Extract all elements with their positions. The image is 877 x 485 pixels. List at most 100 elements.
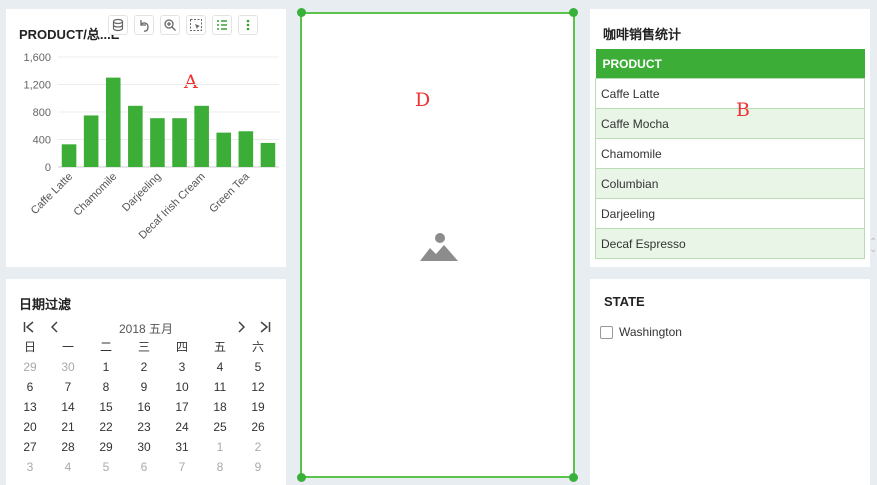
calendar-day[interactable]: 29 xyxy=(11,357,49,377)
weekday-header: 五 xyxy=(213,340,226,354)
calendar-day[interactable]: 6 xyxy=(11,377,49,397)
calendar-day[interactable]: 1 xyxy=(87,357,125,377)
table-cell[interactable]: Decaf Espresso xyxy=(595,228,865,259)
calendar-day[interactable]: 4 xyxy=(49,457,87,477)
bar xyxy=(260,142,276,167)
calendar-day[interactable]: 4 xyxy=(201,357,239,377)
calendar-day[interactable]: 29 xyxy=(87,437,125,457)
first-month-icon[interactable] xyxy=(22,320,36,337)
bar xyxy=(83,115,99,167)
resize-handle-bottom-right[interactable] xyxy=(569,473,578,482)
bar xyxy=(150,118,165,167)
calendar-day[interactable]: 6 xyxy=(125,457,163,477)
bar-chart: 0 400 800 1,200 1,600 Caffe LatteChamomile Dar… xyxy=(23,52,279,242)
y-tick-label: 1,600 xyxy=(23,52,51,64)
x-tick-label: Chamomile xyxy=(72,171,120,219)
calendar-day[interactable]: 11 xyxy=(201,377,239,397)
state-filter-panel: STATE Washington xyxy=(590,279,870,485)
next-month-icon[interactable] xyxy=(234,320,248,337)
calendar-day[interactable]: 28 xyxy=(49,437,87,457)
calendar-day[interactable]: 15 xyxy=(87,397,125,417)
calendar-day[interactable]: 8 xyxy=(87,377,125,397)
prev-month-icon[interactable] xyxy=(48,320,62,337)
resize-handle-bottom-left[interactable] xyxy=(297,473,306,482)
calendar-day[interactable]: 9 xyxy=(239,457,277,477)
calendar-day[interactable]: 3 xyxy=(163,357,201,377)
y-tick-label: 400 xyxy=(33,135,51,147)
calendar-day[interactable]: 19 xyxy=(239,397,277,417)
calendar-day[interactable]: 5 xyxy=(239,357,277,377)
image-panel[interactable]: D xyxy=(300,12,575,478)
calendar-nav: 2018 五月 xyxy=(20,320,274,336)
calendar-grid: 日一二三四五六 29 30 1 2 3 4 5 6 7 8 9 10 11 12 13 14 15 16 17 18 19… xyxy=(11,337,281,477)
calendar-day[interactable]: 18 xyxy=(201,397,239,417)
calendar-day[interactable]: 24 xyxy=(163,417,201,437)
calendar-day[interactable]: 5 xyxy=(87,457,125,477)
calendar-day[interactable]: 2 xyxy=(239,437,277,457)
calendar-day[interactable]: 21 xyxy=(49,417,87,437)
date-filter-panel: 日期过滤 2018 五月 日一二三四五六 29 30 1 2 3 4 5 6 7 8 9 10 11 12 1… xyxy=(6,279,286,485)
month-label[interactable]: 2018 五月 xyxy=(119,320,173,337)
calendar-day[interactable]: 7 xyxy=(163,457,201,477)
calendar-day[interactable]: 7 xyxy=(49,377,87,397)
table-cell[interactable]: Chamomile xyxy=(595,138,865,169)
calendar-day[interactable]: 23 xyxy=(125,417,163,437)
bar xyxy=(194,105,209,167)
bar xyxy=(105,77,121,167)
scroll-arrows[interactable]: ⌃ ⌄ xyxy=(869,238,877,255)
resize-handle-top-left[interactable] xyxy=(297,8,306,17)
y-tick-label: 0 xyxy=(45,162,51,174)
bar xyxy=(61,144,77,167)
calendar-day[interactable]: 22 xyxy=(87,417,125,437)
x-tick-label: Darjeeling xyxy=(120,171,164,215)
calendar-day[interactable]: 14 xyxy=(49,397,87,417)
calendar-day[interactable]: 1 xyxy=(201,437,239,457)
last-month-icon[interactable] xyxy=(258,320,272,337)
calendar-day[interactable]: 2 xyxy=(125,357,163,377)
calendar-day[interactable]: 27 xyxy=(11,437,49,457)
calendar-day[interactable]: 9 xyxy=(125,377,163,397)
calendar-day[interactable]: 31 xyxy=(163,437,201,457)
resize-handle-top-right[interactable] xyxy=(569,8,578,17)
weekday-header: 日 xyxy=(23,340,36,354)
sales-table: PRODUCT Caffe Latte Caffe Mocha Chamomil… xyxy=(595,49,865,259)
table-cell[interactable]: Caffe Mocha xyxy=(595,108,865,139)
weekday-header: 二 xyxy=(99,340,112,354)
weekday-header: 三 xyxy=(137,340,150,354)
x-tick-label: Caffe Latte xyxy=(29,171,75,217)
bar xyxy=(172,118,187,167)
table-cell[interactable]: Columbian xyxy=(595,168,865,199)
sales-table-panel: 咖啡销售统计 PRODUCT Caffe Latte Caffe Mocha C… xyxy=(590,9,870,267)
table-cell[interactable]: Caffe Latte xyxy=(595,78,865,109)
annotation-d: D xyxy=(415,89,431,111)
table-cell[interactable]: Darjeeling xyxy=(595,198,865,229)
y-tick-label: 1,200 xyxy=(23,80,51,92)
state-option-label: Washington xyxy=(619,325,682,339)
calendar-day[interactable]: 12 xyxy=(239,377,277,397)
calendar-day[interactable]: 30 xyxy=(49,357,87,377)
checkbox[interactable] xyxy=(600,325,613,339)
state-title: STATE xyxy=(604,294,645,309)
calendar-day[interactable]: 8 xyxy=(201,457,239,477)
image-placeholder-icon xyxy=(420,232,458,267)
weekday-header: 一 xyxy=(61,340,74,354)
calendar-day[interactable]: 13 xyxy=(11,397,49,417)
calendar-day[interactable]: 3 xyxy=(11,457,49,477)
calendar-day[interactable]: 26 xyxy=(239,417,277,437)
calendar-day[interactable]: 16 xyxy=(125,397,163,417)
calendar-title: 日期过滤 xyxy=(19,297,72,312)
column-header-product[interactable]: PRODUCT xyxy=(595,49,865,79)
weekday-header: 六 xyxy=(251,340,264,354)
bar xyxy=(216,132,232,167)
calendar-day[interactable]: 10 xyxy=(163,377,201,397)
calendar-day[interactable]: 17 xyxy=(163,397,201,417)
state-option[interactable]: Washington xyxy=(600,325,682,339)
calendar-day[interactable]: 30 xyxy=(125,437,163,457)
x-tick-label: Green Tea xyxy=(207,170,252,215)
bar-chart-panel: PRODUCT/总...E A 0 400 800 1,200 1,600 Caffe L… xyxy=(6,9,286,267)
annotation-b: B xyxy=(736,99,750,121)
table-title: 咖啡销售统计 xyxy=(603,27,682,42)
calendar-day[interactable]: 20 xyxy=(11,417,49,437)
y-tick-label: 800 xyxy=(33,107,51,119)
calendar-day[interactable]: 25 xyxy=(201,417,239,437)
